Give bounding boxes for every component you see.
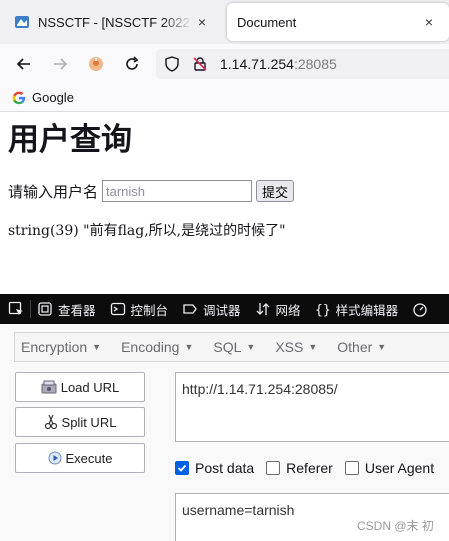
tab-document[interactable]: Document × xyxy=(227,3,449,41)
reload-button[interactable] xyxy=(120,52,144,76)
menu-label: SQL xyxy=(213,339,242,355)
toolbar-separator xyxy=(30,300,31,318)
options-row: Post data Referer User Agent xyxy=(175,460,446,476)
caret-down-icon: ▼ xyxy=(184,342,194,352)
user-agent-checkbox[interactable]: User Agent xyxy=(344,460,435,476)
devtools-toolbar: 查看器 控制台 调试器 网络 {} 样式编辑器 xyxy=(0,294,449,324)
insecure-lock-icon[interactable] xyxy=(192,56,208,72)
devtools-tab-label: 查看器 xyxy=(58,302,96,318)
tab-title: Document xyxy=(237,14,297,30)
back-button[interactable] xyxy=(12,52,36,76)
devtools-tab-style-editor[interactable]: {} 样式编辑器 xyxy=(315,300,399,319)
devtools-tab-label: 控制台 xyxy=(130,302,169,318)
devtools-tab-label: 样式编辑器 xyxy=(335,302,399,318)
menu-label: Encryption xyxy=(21,339,88,355)
tab-close-icon[interactable]: × xyxy=(419,14,439,30)
page-title: 用户查询 xyxy=(8,122,132,158)
network-icon xyxy=(256,303,270,315)
url-host: 1.14.71.254 xyxy=(220,56,294,72)
bookmarks-toolbar: Google xyxy=(0,84,449,112)
post-data-checkbox[interactable]: Post data xyxy=(175,460,254,476)
devtools-tab-label: 调试器 xyxy=(203,302,241,318)
devtools-tab-debugger[interactable]: 调试器 xyxy=(182,300,241,319)
checkbox-label: Post data xyxy=(195,460,255,476)
extension-avatar-icon xyxy=(89,57,103,71)
username-label: 请输入用户名 xyxy=(8,182,99,201)
menu-xss[interactable]: XSS ▼ xyxy=(275,339,317,355)
username-input[interactable] xyxy=(102,180,253,202)
devtools-tab-label: 网络 xyxy=(275,302,301,318)
url-bar[interactable]: 1.14.71.254:28085 xyxy=(156,49,449,79)
forward-button[interactable] xyxy=(48,52,72,76)
hackbar-menu: Encryption ▼ Encoding ▼ SQL ▼ XSS ▼ Other ▼ xyxy=(14,332,449,362)
submit-button[interactable]: 提交 xyxy=(256,180,295,202)
menu-label: Other xyxy=(337,339,373,355)
performance-icon[interactable] xyxy=(412,301,428,317)
style-editor-icon: {} xyxy=(315,303,331,317)
caret-down-icon: ▼ xyxy=(246,342,256,352)
checkbox-unchecked-icon xyxy=(266,461,281,475)
page-content: 用户查询 请输入用户名 提交 string(39) "前有flag,所以,是绕过… xyxy=(0,112,449,294)
query-form: 请输入用户名 提交 xyxy=(8,180,295,202)
svg-text:{}: {} xyxy=(315,303,331,317)
menu-encoding[interactable]: Encoding ▼ xyxy=(121,339,193,355)
play-icon xyxy=(48,451,61,465)
referer-checkbox[interactable]: Referer xyxy=(266,460,333,476)
nssctf-favicon-icon xyxy=(15,16,29,28)
tab-strip: NSSCTF - [NSSCTF 2022 Spring Recruit] × … xyxy=(0,0,449,44)
button-label: Load URL xyxy=(60,379,120,395)
tab-title: NSSCTF - [NSSCTF 2022 Spring Recruit] xyxy=(38,14,192,30)
checkbox-label: Referer xyxy=(286,460,333,476)
shield-icon[interactable] xyxy=(164,56,180,72)
element-picker-icon[interactable] xyxy=(8,301,24,317)
hackbar-panel: Encryption ▼ Encoding ▼ SQL ▼ XSS ▼ Other ▼ L… xyxy=(0,324,449,541)
menu-label: Encoding xyxy=(121,339,180,355)
reload-icon xyxy=(126,56,139,70)
menu-encryption[interactable]: Encryption ▼ xyxy=(21,339,101,355)
menu-sql[interactable]: SQL ▼ xyxy=(213,339,255,355)
devtools-tab-console[interactable]: 控制台 xyxy=(110,300,169,319)
checkbox-checked-icon xyxy=(175,461,189,475)
console-icon xyxy=(110,302,125,316)
checkbox-label: User Agent xyxy=(364,460,435,476)
tab-close-icon[interactable]: × xyxy=(192,14,212,30)
extension-button[interactable] xyxy=(84,52,108,76)
debugger-icon xyxy=(183,304,197,314)
caret-down-icon: ▼ xyxy=(92,342,102,352)
url-textarea[interactable]: http://1.14.71.254:28085/ xyxy=(175,372,449,442)
button-label: Execute xyxy=(65,450,113,466)
load-url-button[interactable]: Load URL xyxy=(15,372,145,402)
back-arrow-icon xyxy=(16,58,30,70)
query-result: string(39) "前有flag,所以,是绕过的时候了" xyxy=(8,223,286,239)
bookmark-google[interactable]: Google xyxy=(32,90,74,105)
devtools-tab-network[interactable]: 网络 xyxy=(255,300,301,319)
csdn-watermark: CSDN @末 初 xyxy=(357,519,434,533)
google-g-icon xyxy=(12,91,26,104)
navigation-bar: 1.14.71.254:28085 xyxy=(0,44,449,84)
tab-nssctf[interactable]: NSSCTF - [NSSCTF 2022 Spring Recruit] × xyxy=(4,3,222,41)
load-url-icon xyxy=(41,380,57,394)
menu-label: XSS xyxy=(275,339,304,355)
caret-down-icon: ▼ xyxy=(377,342,387,352)
checkbox-unchecked-icon xyxy=(344,461,359,475)
forward-arrow-icon xyxy=(54,58,68,70)
button-label: Split URL xyxy=(61,414,117,430)
devtools-tab-inspector[interactable]: 查看器 xyxy=(37,300,96,319)
url-port: :28085 xyxy=(293,56,337,72)
inspector-icon xyxy=(38,302,52,316)
menu-other[interactable]: Other ▼ xyxy=(337,339,386,355)
scissors-icon xyxy=(44,414,57,430)
execute-button[interactable]: Execute xyxy=(15,443,145,473)
split-url-button[interactable]: Split URL xyxy=(15,407,145,437)
caret-down-icon: ▼ xyxy=(308,342,318,352)
